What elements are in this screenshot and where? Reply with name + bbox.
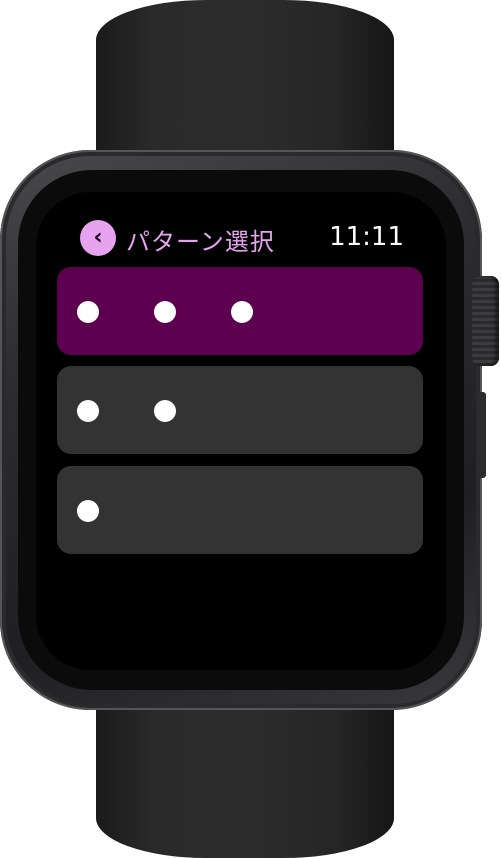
back-button[interactable]: ‹ xyxy=(80,220,116,256)
side-button[interactable] xyxy=(478,392,486,478)
chevron-left-icon: ‹ xyxy=(93,225,103,250)
dot-icon xyxy=(77,301,99,323)
status-time: 11:11 xyxy=(329,222,404,252)
pattern-option-two-dots[interactable] xyxy=(57,366,423,454)
watch-device: ‹ パターン選択 11:11 xyxy=(0,0,501,858)
digital-crown[interactable] xyxy=(472,276,499,366)
pattern-option-three-dots[interactable] xyxy=(57,267,423,355)
page-title: パターン選択 xyxy=(126,228,275,256)
nav-bar: ‹ パターン選択 11:11 xyxy=(80,220,410,260)
dot-icon xyxy=(77,500,99,522)
dot-icon xyxy=(154,301,176,323)
dot-icon xyxy=(231,301,253,323)
pattern-option-one-dot[interactable] xyxy=(57,466,423,554)
dot-icon xyxy=(77,400,99,422)
dot-icon xyxy=(154,400,176,422)
